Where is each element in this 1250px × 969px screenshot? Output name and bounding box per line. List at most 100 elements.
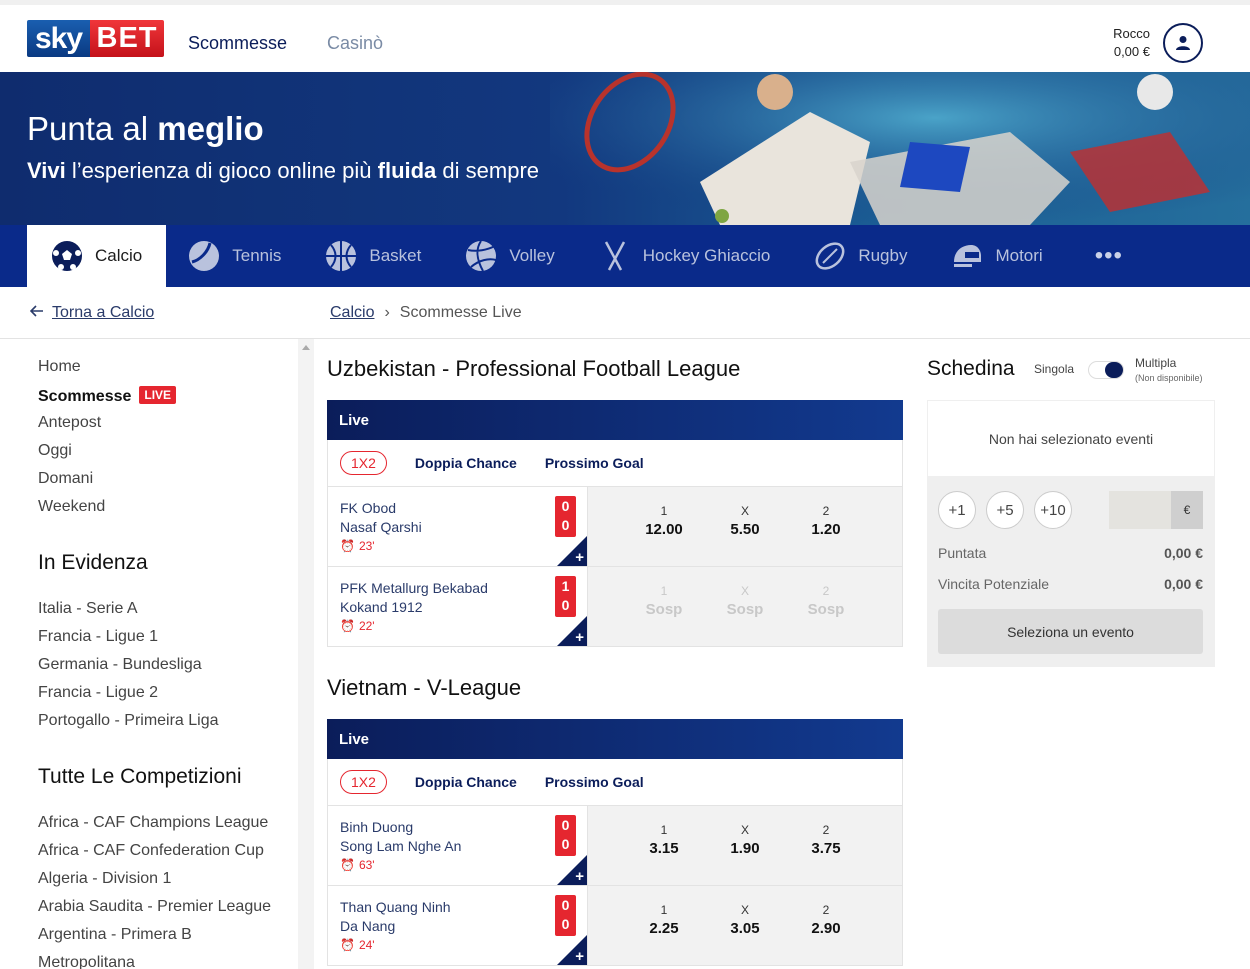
plus-icon[interactable]: + bbox=[575, 630, 584, 645]
select-event-button[interactable]: Seleziona un evento bbox=[938, 609, 1203, 654]
sidebar-item-competition[interactable]: Arabia Saudita - Premier League bbox=[38, 898, 271, 916]
sport-tab-calcio[interactable]: Calcio bbox=[27, 225, 167, 287]
sport-tab-basket[interactable]: Basket bbox=[303, 225, 443, 287]
away-team: Nasaf Qarshi bbox=[340, 519, 422, 535]
sidebar-item-competition[interactable]: Portogallo - Primeira Liga bbox=[38, 712, 219, 730]
currency-label: € bbox=[1171, 491, 1203, 529]
stake-plus-1-button[interactable]: +1 bbox=[938, 491, 976, 529]
stake-plus-5-button[interactable]: +5 bbox=[986, 491, 1024, 529]
sidebar-item-competition[interactable]: Africa - CAF Champions League bbox=[38, 814, 268, 832]
stake-input[interactable] bbox=[1109, 491, 1171, 529]
sport-tab-tennis[interactable]: Tennis bbox=[166, 225, 303, 287]
odd-button[interactable]: 2 1.20 bbox=[786, 487, 867, 566]
match-info[interactable]: PFK Metallurg Bekabad Kokand 1912 ⏰ 22' 1… bbox=[328, 567, 588, 646]
breadcrumb-calcio[interactable]: Calcio bbox=[330, 304, 374, 322]
match-info[interactable]: Than Quang Ninh Da Nang ⏰ 24' 00 + bbox=[328, 886, 588, 965]
live-header: Live bbox=[327, 719, 903, 759]
nav-casino[interactable]: Casinò bbox=[327, 33, 383, 54]
logo-sky: sky bbox=[27, 20, 90, 57]
sidebar-item-antepost[interactable]: Antepost bbox=[38, 414, 101, 432]
odd-suspended: 1 Sosp bbox=[645, 584, 683, 618]
scroll-up-icon[interactable] bbox=[302, 345, 310, 350]
odd-button[interactable]: X 5.50 bbox=[705, 487, 786, 566]
league-events-card: Live 1X2 Doppia Chance Prossimo Goal Bin… bbox=[327, 719, 903, 966]
sport-tab-rugby[interactable]: Rugby bbox=[792, 225, 929, 287]
match-row: Than Quang Ninh Da Nang ⏰ 24' 00 + 1 2.25 … bbox=[327, 886, 903, 966]
odd-button[interactable]: 2 2.90 bbox=[786, 886, 867, 965]
sports-nav: Calcio Tennis Basket Volley Hockey Ghiac… bbox=[0, 225, 1250, 287]
betslip-empty-message: Non hai selezionato eventi bbox=[928, 401, 1214, 476]
vincita-label: Vincita Potenziale bbox=[938, 576, 1050, 592]
tab-doppia-chance[interactable]: Doppia Chance bbox=[415, 455, 517, 471]
match-info[interactable]: FK Obod Nasaf Qarshi ⏰ 23' 00 + bbox=[328, 487, 588, 566]
sidebar-item-competition[interactable]: Metropolitana bbox=[38, 954, 135, 969]
score-badge: 10 bbox=[555, 576, 576, 617]
sidebar-item-scommesse[interactable]: Scommesse LIVE bbox=[38, 386, 177, 406]
sidebar-item-home[interactable]: Home bbox=[38, 358, 81, 376]
sidebar-item-oggi[interactable]: Oggi bbox=[38, 442, 72, 460]
sidebar-item-weekend[interactable]: Weekend bbox=[38, 498, 105, 516]
stake-plus-10-button[interactable]: +10 bbox=[1034, 491, 1072, 529]
odd-button[interactable]: 1 12.00 bbox=[624, 487, 705, 566]
clock-icon: ⏰ bbox=[340, 619, 355, 633]
league-title: Vietnam - V-League bbox=[327, 675, 522, 700]
odd-button[interactable]: 1 3.15 bbox=[624, 806, 705, 885]
odds-group: 1 3.15 X 1.90 2 3.75 bbox=[588, 806, 902, 885]
odd-button[interactable]: 1 2.25 bbox=[624, 886, 705, 965]
sport-label: Motori bbox=[995, 246, 1043, 265]
promo-banner[interactable]: Punta al meglio Vivi l’esperienza di gio… bbox=[0, 72, 1250, 225]
sidebar-item-competition[interactable]: Francia - Ligue 1 bbox=[38, 628, 158, 646]
tab-doppia-chance[interactable]: Doppia Chance bbox=[415, 774, 517, 790]
nav-scommesse[interactable]: Scommesse bbox=[188, 33, 287, 54]
more-sports-button[interactable]: ••• bbox=[1065, 225, 1153, 287]
sidebar-item-competition[interactable]: Francia - Ligue 2 bbox=[38, 684, 158, 702]
skybet-logo[interactable]: sky BET bbox=[27, 20, 164, 57]
odds-group: 1 12.00 X 5.50 2 1.20 bbox=[588, 487, 902, 566]
score-badge: 00 bbox=[555, 815, 576, 856]
sport-tab-motori[interactable]: Motori bbox=[929, 225, 1064, 287]
match-row: Binh Duong Song Lam Nghe An ⏰ 63' 00 + 13… bbox=[327, 806, 903, 886]
football-icon bbox=[51, 240, 83, 272]
arrow-left-icon bbox=[29, 304, 44, 322]
sidebar-item-competition[interactable]: Germania - Bundesliga bbox=[38, 656, 202, 674]
match-info[interactable]: Binh Duong Song Lam Nghe An ⏰ 63' 00 + bbox=[328, 806, 588, 885]
user-balance: 0,00 € bbox=[1113, 44, 1150, 59]
sidebar-scrollbar[interactable] bbox=[298, 339, 314, 969]
tab-prossimo-goal[interactable]: Prossimo Goal bbox=[545, 455, 644, 471]
plus-icon[interactable]: + bbox=[575, 949, 584, 964]
sport-tab-hockey[interactable]: Hockey Ghiaccio bbox=[577, 225, 793, 287]
clock-icon: ⏰ bbox=[340, 858, 355, 872]
home-team: FK Obod bbox=[340, 500, 397, 516]
tab-1x2[interactable]: 1X2 bbox=[340, 451, 387, 475]
tennis-icon bbox=[188, 240, 220, 272]
odd-button[interactable]: X 1.90 bbox=[705, 806, 786, 885]
account-button[interactable] bbox=[1163, 23, 1203, 63]
sport-tab-volley[interactable]: Volley bbox=[443, 225, 576, 287]
back-to-calcio-link[interactable]: Torna a Calcio bbox=[29, 304, 154, 322]
odd-button[interactable]: X 3.05 bbox=[705, 886, 786, 965]
odd-suspended: 2 Sosp bbox=[807, 584, 845, 618]
tab-1x2[interactable]: 1X2 bbox=[340, 770, 387, 794]
tab-prossimo-goal[interactable]: Prossimo Goal bbox=[545, 774, 644, 790]
score-badge: 00 bbox=[555, 496, 576, 537]
away-team: Kokand 1912 bbox=[340, 599, 423, 615]
betslip-mode-toggle[interactable] bbox=[1088, 361, 1124, 379]
top-header: sky BET Scommesse Casinò Rocco 0,00 € bbox=[0, 0, 1250, 72]
home-team: Binh Duong bbox=[340, 819, 414, 835]
betslip-title: Schedina bbox=[927, 357, 1015, 380]
betslip-panel: Non hai selezionato eventi +1 +5 +10 € P… bbox=[927, 400, 1215, 667]
sidebar-item-competition[interactable]: Algeria - Division 1 bbox=[38, 870, 171, 888]
sidebar-item-domani[interactable]: Domani bbox=[38, 470, 93, 488]
plus-icon[interactable]: + bbox=[575, 869, 584, 884]
left-sidebar: Home Scommesse LIVE Antepost Oggi Domani … bbox=[0, 339, 298, 969]
score-badge: 00 bbox=[555, 895, 576, 936]
odd-button[interactable]: 2 3.75 bbox=[786, 806, 867, 885]
breadcrumb-separator: › bbox=[384, 304, 390, 321]
sidebar-item-competition[interactable]: Italia - Serie A bbox=[38, 600, 138, 618]
home-team: Than Quang Ninh bbox=[340, 899, 451, 915]
sidebar-item-competition[interactable]: Argentina - Primera B bbox=[38, 926, 192, 944]
breadcrumb: Calcio › Scommesse Live bbox=[330, 304, 522, 322]
sidebar-item-competition[interactable]: Africa - CAF Confederation Cup bbox=[38, 842, 264, 860]
plus-icon[interactable]: + bbox=[575, 550, 584, 565]
match-clock: ⏰ 23' bbox=[340, 539, 375, 553]
